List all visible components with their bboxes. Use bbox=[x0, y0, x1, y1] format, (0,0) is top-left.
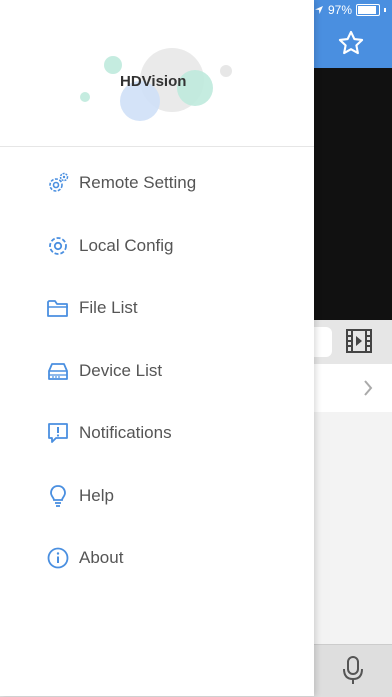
menu-label-file-list: File List bbox=[79, 298, 138, 318]
menu-item-remote-setting[interactable]: Remote Setting bbox=[0, 152, 314, 215]
navigation-drawer: HDVision Remote Setting Local Config Fil… bbox=[0, 0, 314, 696]
microphone-icon[interactable] bbox=[340, 654, 366, 686]
remote-setting-icon bbox=[49, 173, 69, 193]
menu-item-local-config[interactable]: Local Config bbox=[0, 215, 314, 278]
drawer-menu: Remote Setting Local Config File List De… bbox=[0, 152, 314, 590]
menu-label-help: Help bbox=[79, 485, 114, 505]
brand-logo: HDVision bbox=[0, 0, 314, 147]
info-icon bbox=[47, 547, 69, 569]
notification-icon bbox=[48, 423, 68, 444]
menu-item-about[interactable]: About bbox=[0, 527, 314, 590]
gear-icon bbox=[49, 236, 67, 255]
location-icon bbox=[314, 6, 323, 14]
device-icon bbox=[48, 362, 68, 380]
brand-name: HDVision bbox=[120, 73, 187, 90]
video-playback-icon[interactable] bbox=[345, 328, 373, 354]
menu-item-file-list[interactable]: File List bbox=[0, 277, 314, 340]
menu-label-notifications: Notifications bbox=[79, 423, 172, 443]
folder-icon bbox=[47, 300, 68, 318]
menu-item-device-list[interactable]: Device List bbox=[0, 340, 314, 403]
battery-percentage: 97% bbox=[327, 3, 352, 17]
battery-icon bbox=[356, 4, 380, 16]
bulb-icon bbox=[50, 484, 66, 507]
menu-label-local-config: Local Config bbox=[79, 235, 174, 255]
star-icon[interactable] bbox=[337, 29, 365, 57]
menu-label-about: About bbox=[79, 548, 124, 568]
status-bar: 97% bbox=[314, 3, 386, 17]
chevron-right-icon bbox=[364, 380, 373, 396]
menu-label-device-list: Device List bbox=[79, 360, 163, 380]
menu-item-help[interactable]: Help bbox=[0, 465, 314, 528]
menu-label-remote-setting: Remote Setting bbox=[79, 173, 197, 193]
menu-item-notifications[interactable]: Notifications bbox=[0, 402, 314, 465]
